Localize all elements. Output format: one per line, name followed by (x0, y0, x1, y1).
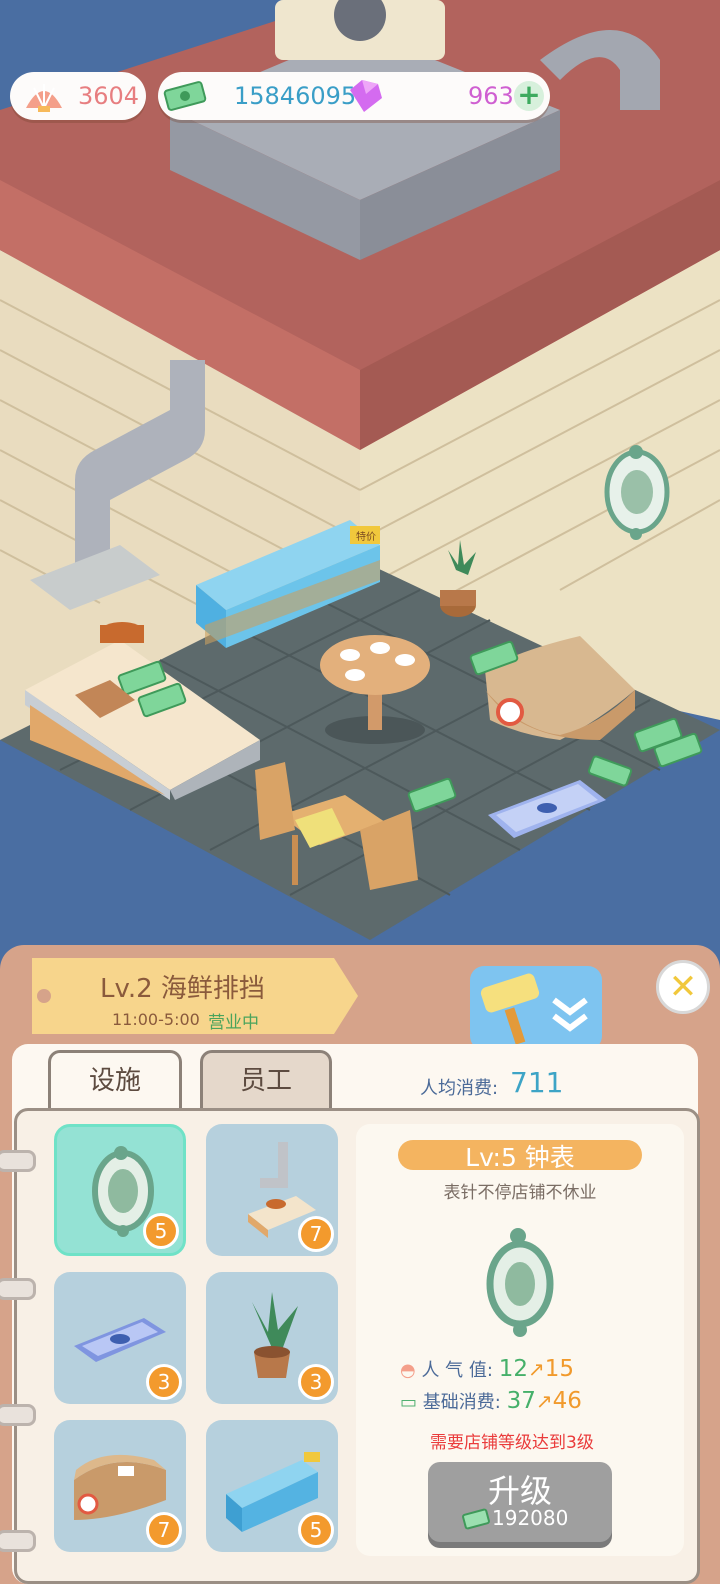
popularity-next: 15 (544, 1356, 575, 1382)
base-spend-next: 46 (552, 1388, 582, 1414)
upgrade-button[interactable]: 升级 192080 (428, 1462, 612, 1542)
upgrade-cost: 192080 (492, 1506, 569, 1530)
binder-ring (0, 1404, 36, 1426)
paint-roller-icon (470, 966, 602, 1050)
close-icon: ✕ (668, 967, 698, 1007)
facility-item-clock[interactable]: 5 (54, 1124, 186, 1256)
shop-title: Lv.2 海鲜排挡 (100, 974, 265, 1004)
gem-count: 963 (468, 82, 514, 110)
popularity-current: 12 (498, 1356, 528, 1382)
shell-currency-pill: 3604 (10, 72, 146, 120)
level-badge: 5 (143, 1213, 179, 1249)
add-gems-button[interactable]: + (514, 81, 544, 111)
cash-icon (462, 1508, 490, 1530)
binder-ring (0, 1150, 36, 1172)
upgrade-requirement: 需要店铺等级达到3级 (430, 1433, 594, 1453)
cash-count: 15846095 (234, 82, 357, 110)
shell-icon (26, 84, 62, 112)
level-badge: 5 (298, 1512, 334, 1548)
facility-item-vent-stove[interactable]: 7 (206, 1124, 338, 1256)
shop-status: 营业中 (208, 1013, 259, 1033)
avg-spend-label: 人均消费: (420, 1078, 499, 1099)
detail-title: Lv:5 钟表 (465, 1143, 575, 1172)
base-spend-stat: ▭ 基础消费: 37↗46 (400, 1388, 582, 1414)
base-spend-label: 基础消费: (422, 1392, 501, 1413)
tab-facilities[interactable]: 设施 (48, 1050, 182, 1114)
level-badge: 3 (298, 1364, 334, 1400)
facility-item-plant[interactable]: 3 (206, 1272, 338, 1404)
facility-item-counter[interactable]: 7 (54, 1420, 186, 1552)
clock-preview-icon (486, 1228, 554, 1337)
detail-description: 表针不停店铺不休业 (443, 1183, 597, 1203)
avg-spend-value: 711 (510, 1066, 564, 1099)
close-button[interactable]: ✕ (656, 960, 710, 1014)
level-badge: 7 (298, 1216, 334, 1252)
tab-staff[interactable]: 员工 (200, 1050, 332, 1112)
binder-ring (0, 1278, 36, 1300)
cash-icon (163, 81, 207, 111)
facility-item-fish-tank[interactable]: 5 (206, 1420, 338, 1552)
restaurant-room[interactable]: 特价 (0, 0, 720, 960)
level-badge: 3 (146, 1364, 182, 1400)
level-badge: 7 (146, 1512, 182, 1548)
decorate-button[interactable] (466, 962, 606, 1050)
shell-icon: ◓ (400, 1360, 416, 1381)
popularity-stat: ◓ 人 气 值: 12↗15 (400, 1356, 574, 1382)
facility-item-fish-mat[interactable]: 3 (54, 1272, 186, 1404)
game-scene[interactable]: 特价 (0, 0, 720, 960)
money-gem-pill: 15846095 963 + (158, 72, 550, 120)
increase-arrow-icon: ↗ (535, 1389, 553, 1413)
special-offer-badge: 特价 (356, 531, 376, 543)
base-spend-current: 37 (506, 1388, 536, 1414)
shop-hours: 11:00-5:00 (112, 1010, 200, 1029)
shell-count: 3604 (78, 82, 140, 110)
cash-icon: ▭ (400, 1392, 418, 1413)
popularity-label: 人 气 值: (421, 1360, 493, 1381)
gem-icon (350, 80, 382, 112)
binder-ring (0, 1530, 36, 1552)
increase-arrow-icon: ↗ (527, 1357, 545, 1381)
